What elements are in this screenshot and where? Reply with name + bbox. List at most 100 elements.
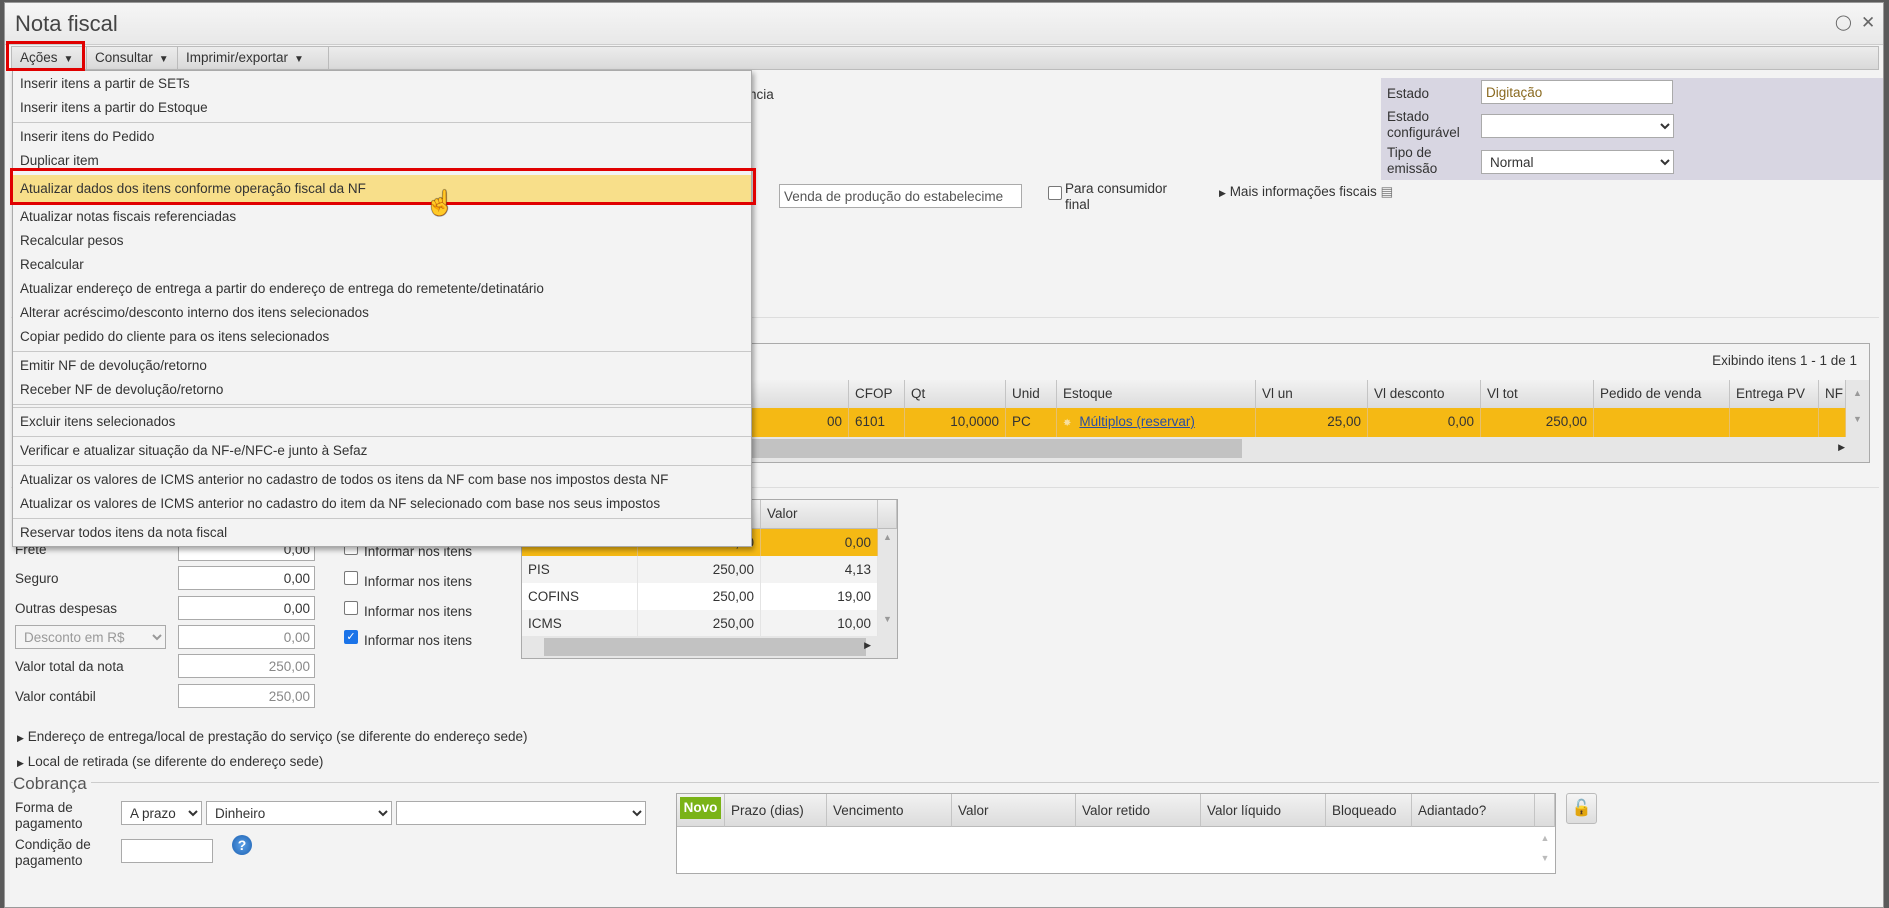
consumidor-final-checkbox[interactable] xyxy=(1048,186,1062,200)
column-header[interactable]: Vencimento xyxy=(827,794,952,827)
triangle-right-icon: ▶ xyxy=(17,733,24,743)
estado-configuravel-label: Estado configurável xyxy=(1387,109,1460,140)
star-icon: ✸ xyxy=(1063,418,1072,429)
menu-item[interactable]: Reservar todos itens da nota fiscal xyxy=(13,521,751,545)
column-header-vl-un[interactable]: Vl un xyxy=(1256,380,1368,409)
seguro-field[interactable] xyxy=(178,566,315,590)
column-header-qt[interactable]: Qt xyxy=(905,380,1006,409)
close-icon[interactable]: ✕ xyxy=(1861,13,1875,33)
scroll-corner xyxy=(1535,794,1555,827)
valor-contabil-label: Valor contábil xyxy=(15,689,96,704)
scrollbar-thumb[interactable] xyxy=(544,638,866,656)
tipo-emissao-select[interactable]: Normal xyxy=(1481,150,1674,174)
column-header[interactable]: Valor retido xyxy=(1076,794,1201,827)
mais-informacoes-fiscais-toggle[interactable]: ▶ Mais informações fiscais ▤ xyxy=(1219,184,1393,200)
informar-label: Informar nos itens xyxy=(364,633,473,648)
menu-item[interactable]: Emitir NF de devolução/retorno xyxy=(13,354,751,378)
menu-item[interactable]: Atualizar os valores de ICMS anterior no… xyxy=(13,468,751,492)
column-header-valor[interactable]: Valor xyxy=(761,500,878,529)
vertical-scrollbar[interactable]: ▲ ▼ xyxy=(1535,827,1555,873)
column-header[interactable]: Adiantado? xyxy=(1412,794,1535,827)
condicao-pagamento-label: Condição de pagamento xyxy=(15,837,91,868)
estado-field[interactable] xyxy=(1481,80,1673,104)
column-header-unid[interactable]: Unid xyxy=(1006,380,1057,409)
desconto-field[interactable] xyxy=(178,625,315,649)
help-icon[interactable]: ? xyxy=(232,835,252,855)
unlock-icon[interactable]: 🔓 xyxy=(1566,793,1597,824)
forma-meio-select[interactable]: Dinheiro xyxy=(206,801,392,825)
menu-item[interactable]: Verificar e atualizar situação da NF-e/N… xyxy=(13,439,751,463)
endereco-entrega-toggle[interactable]: ▶ Endereço de entrega/local de prestação… xyxy=(17,729,528,744)
column-header[interactable]: Valor líquido xyxy=(1201,794,1326,827)
document-icon: ▤ xyxy=(1380,184,1394,199)
caret-down-icon: ▼ xyxy=(63,54,74,65)
menu-item[interactable]: Recalcular xyxy=(13,253,751,277)
column-header-vl-tot[interactable]: Vl tot xyxy=(1481,380,1594,409)
cell-cfop: 6101 xyxy=(849,408,905,437)
vertical-scrollbar[interactable]: ▲ ▼ xyxy=(1846,380,1869,437)
title-bar: Nota fiscal ◯ ✕ xyxy=(5,3,1883,45)
estado-panel: Estado Estado configurável Tipo de emiss… xyxy=(1381,78,1883,180)
table-row[interactable]: COFINS 250,00 19,00 xyxy=(522,583,878,610)
cell-valor: 4,13 xyxy=(761,556,878,583)
menu-separator xyxy=(13,122,751,123)
column-header[interactable]: Prazo (dias) xyxy=(725,794,827,827)
column-header-nf[interactable]: NF xyxy=(1819,380,1846,409)
arrow-right-icon[interactable]: ▶ xyxy=(864,640,871,651)
forma-prazo-select[interactable]: A prazo xyxy=(121,801,202,825)
cell-unid: PC xyxy=(1006,408,1057,437)
condicao-pagamento-field[interactable] xyxy=(121,839,213,863)
menu-item[interactable]: Excluir itens selecionados xyxy=(13,410,751,434)
speech-bubble-icon[interactable]: ◯ xyxy=(1835,13,1852,31)
arrow-right-icon[interactable]: ▶ xyxy=(1838,442,1845,453)
consultar-menu-button[interactable]: Consultar ▼ xyxy=(87,47,178,69)
column-header-entrega-pv[interactable]: Entrega PV xyxy=(1730,380,1819,409)
valor-total-field xyxy=(178,654,315,678)
menu-item[interactable]: Atualizar dados dos itens conforme opera… xyxy=(13,175,751,203)
estado-label: Estado xyxy=(1387,86,1430,101)
table-row[interactable]: PIS 250,00 4,13 xyxy=(522,556,878,583)
multiplos-reservar-link[interactable]: Múltiplos (reservar) xyxy=(1079,414,1195,429)
imprimir-exportar-menu-button[interactable]: Imprimir/exportar ▼ xyxy=(178,47,329,69)
column-header-vl-desconto[interactable]: Vl desconto xyxy=(1368,380,1481,409)
seguro-label: Seguro xyxy=(15,571,59,586)
local-retirada-toggle[interactable]: ▶ Local de retirada (se diferente do end… xyxy=(17,754,323,769)
outras-despesas-field[interactable] xyxy=(178,596,315,620)
desconto-type-select[interactable]: Desconto em R$ xyxy=(15,625,166,649)
vertical-scrollbar[interactable]: ▲ ▼ xyxy=(878,529,897,636)
menu-item[interactable]: Atualizar notas fiscais referenciadas xyxy=(13,205,751,229)
column-header[interactable]: Bloqueado xyxy=(1326,794,1412,827)
menu-item[interactable]: Alterar acréscimo/desconto interno dos i… xyxy=(13,301,751,325)
menu-item[interactable]: Receber NF de devolução/retorno xyxy=(13,378,751,402)
menu-separator xyxy=(13,436,751,437)
horizontal-scrollbar[interactable]: ▶ xyxy=(522,636,897,658)
natureza-operacao-field[interactable] xyxy=(779,184,1022,208)
acoes-dropdown-menu: Inserir itens a partir de SETs Inserir it… xyxy=(12,70,752,547)
seguro-informar-checkbox[interactable] xyxy=(344,571,358,585)
outras-informar-checkbox[interactable] xyxy=(344,601,358,615)
column-header-cfop[interactable]: CFOP xyxy=(849,380,905,409)
menu-item[interactable]: Copiar pedido do cliente para os itens s… xyxy=(13,325,751,349)
estado-configuravel-select[interactable] xyxy=(1481,114,1674,138)
menu-separator xyxy=(13,404,751,408)
column-header[interactable]: Valor xyxy=(952,794,1076,827)
novo-button[interactable]: Novo xyxy=(680,797,721,819)
imprimir-label: Imprimir/exportar xyxy=(186,50,289,65)
menu-item[interactable]: Atualizar os valores de ICMS anterior no… xyxy=(13,492,751,516)
menu-item[interactable]: Inserir itens a partir de SETs xyxy=(13,72,751,96)
menu-item[interactable]: Atualizar endereço de entrega a partir d… xyxy=(13,277,751,301)
table-row[interactable]: ICMS 250,00 10,00 xyxy=(522,610,878,637)
menu-item[interactable]: Inserir itens do Pedido xyxy=(13,125,751,149)
menu-item[interactable]: Duplicar item xyxy=(13,149,751,173)
menu-item[interactable]: Inserir itens a partir do Estoque xyxy=(13,96,751,120)
menu-item[interactable]: Recalcular pesos xyxy=(13,229,751,253)
cell-imposto: PIS xyxy=(522,556,638,583)
pagination-text: Exibindo itens 1 - 1 de 1 xyxy=(1712,353,1857,368)
column-header-estoque[interactable]: Estoque xyxy=(1057,380,1256,409)
desconto-informar-checkbox[interactable]: ✓ xyxy=(344,630,358,644)
forma-extra-select[interactable] xyxy=(396,801,646,825)
acoes-menu-button[interactable]: Ações ▼ xyxy=(12,47,87,69)
cell-valor: 19,00 xyxy=(761,583,878,610)
caret-down-icon: ▼ xyxy=(158,54,169,65)
column-header-pedido-de-venda[interactable]: Pedido de venda xyxy=(1594,380,1730,409)
